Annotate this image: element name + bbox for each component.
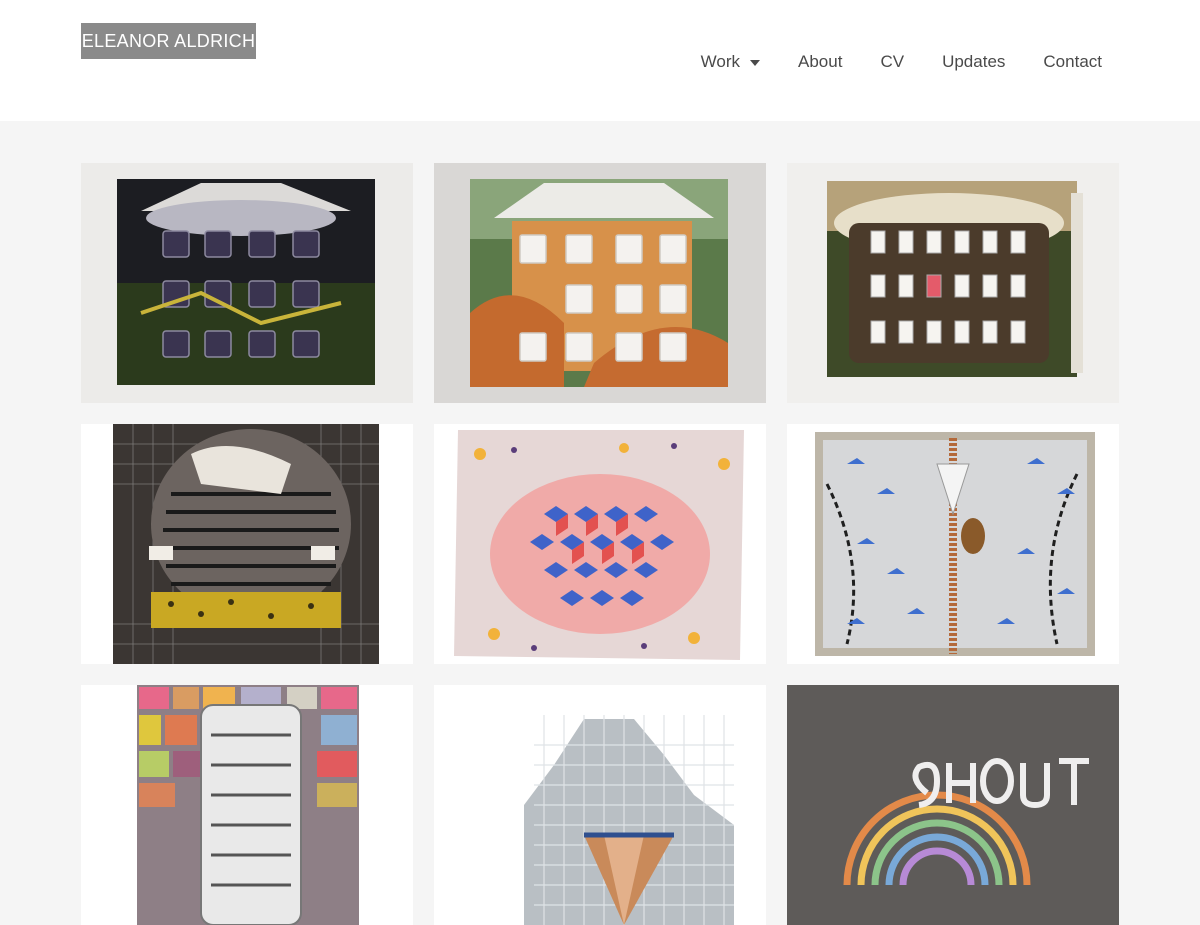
artwork-image — [81, 424, 413, 664]
nav-item-updates[interactable]: Updates — [942, 52, 1005, 72]
nav-item-label: Contact — [1043, 52, 1102, 71]
artwork-thumbnail-7[interactable] — [81, 685, 413, 925]
artwork-thumbnail-4[interactable] — [81, 424, 413, 664]
artwork-image — [434, 424, 766, 664]
artwork-image — [81, 685, 413, 925]
artwork-image — [787, 163, 1119, 403]
artwork-thumbnail-6[interactable] — [787, 424, 1119, 664]
artwork-gallery — [81, 163, 1119, 925]
nav-item-label: CV — [880, 52, 905, 71]
artwork-thumbnail-3[interactable] — [787, 163, 1119, 403]
artwork-image — [787, 424, 1119, 664]
nav-item-label: About — [798, 52, 843, 71]
artwork-image — [434, 163, 766, 403]
artwork-thumbnail-1[interactable] — [81, 163, 413, 403]
nav-item-label: Updates — [942, 52, 1006, 71]
nav-item-about[interactable]: About — [798, 52, 842, 72]
site-logo[interactable]: ELEANOR ALDRICH — [81, 23, 256, 59]
artwork-thumbnail-9[interactable] — [787, 685, 1119, 925]
nav-item-cv[interactable]: CV — [880, 52, 904, 72]
nav-item-contact[interactable]: Contact — [1043, 52, 1102, 72]
main-nav: Work About CV Updates Contact — [701, 50, 1102, 74]
artwork-thumbnail-8[interactable] — [434, 685, 766, 925]
artwork-image — [434, 685, 766, 925]
artwork-thumbnail-2[interactable] — [434, 163, 766, 403]
artwork-image — [81, 163, 413, 403]
artwork-thumbnail-5[interactable] — [434, 424, 766, 664]
site-header: ELEANOR ALDRICH Work About CV Updates Co… — [0, 0, 1200, 121]
artwork-image — [787, 685, 1119, 925]
nav-item-work[interactable]: Work — [700, 52, 761, 72]
caret-down-icon — [750, 59, 761, 66]
nav-item-label: Work — [700, 52, 741, 71]
